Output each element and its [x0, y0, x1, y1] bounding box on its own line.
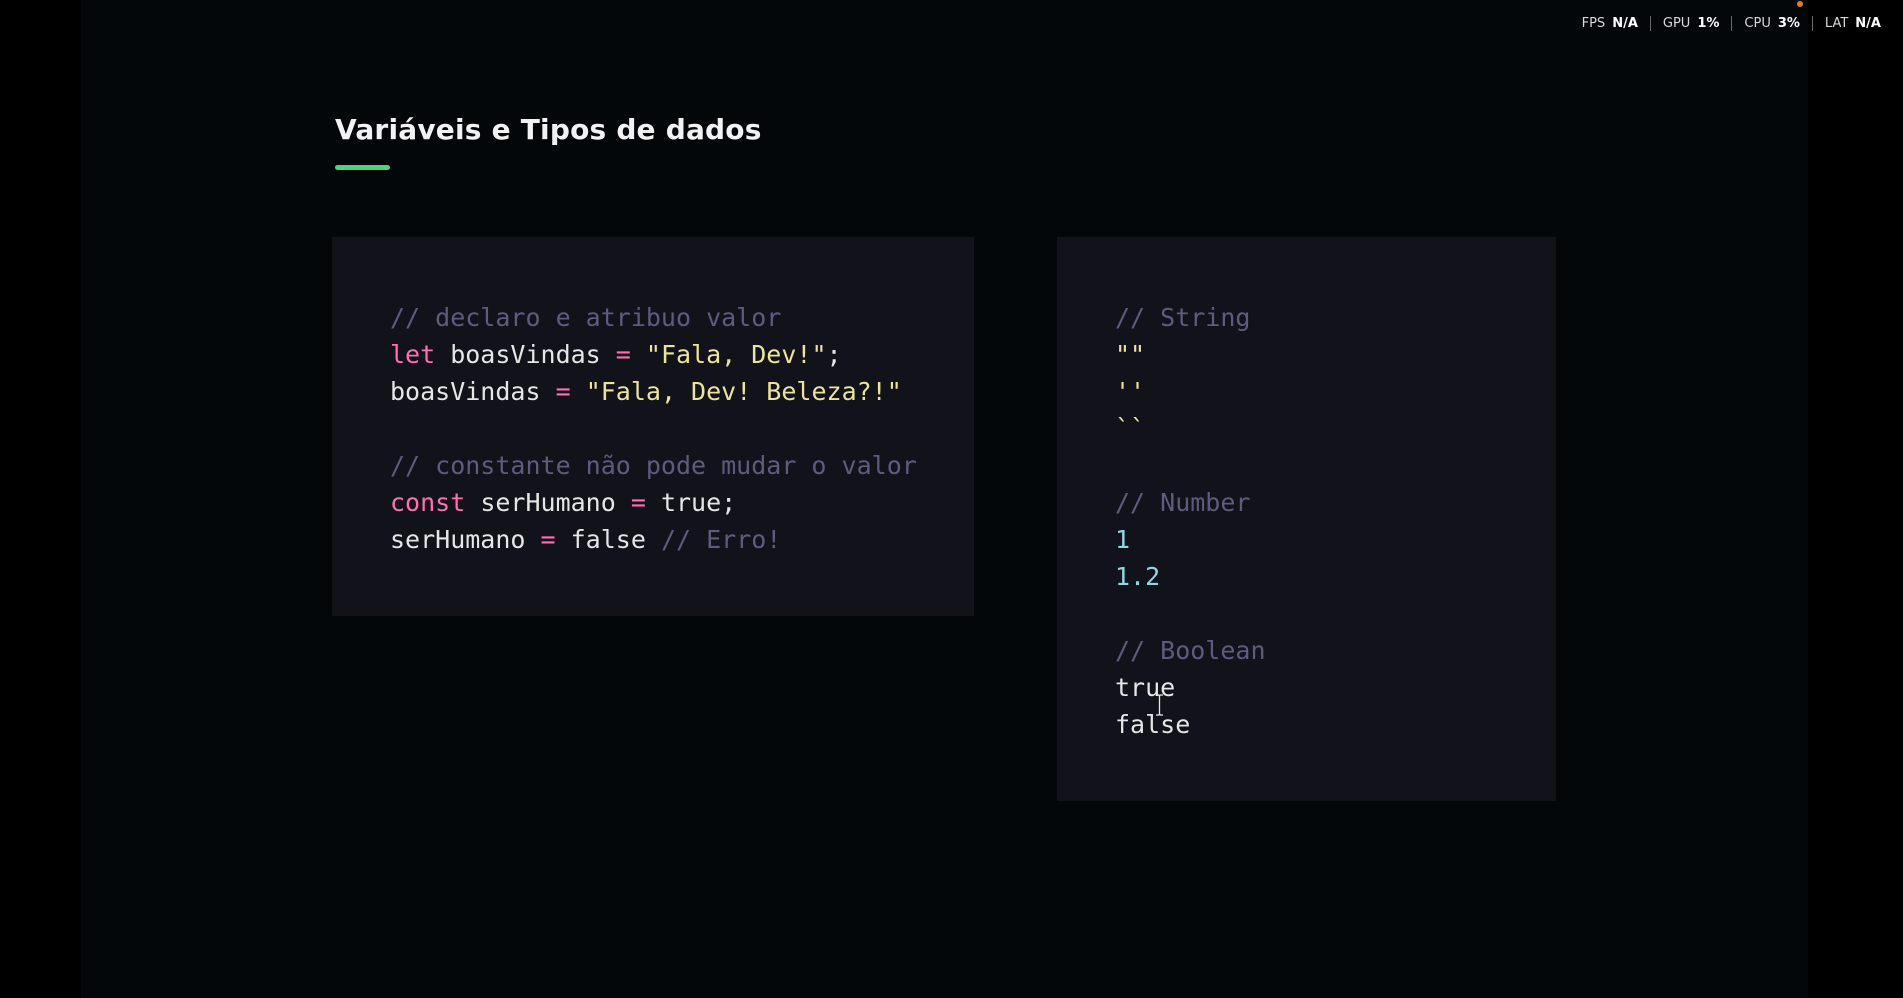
code-comment: // declaro e atribuo valor	[390, 303, 782, 332]
string-literal: "Fala, Dev!"	[630, 340, 827, 369]
number-example: 1	[1115, 525, 1131, 554]
stat-value: 1%	[1697, 15, 1720, 31]
boolean-literal: false	[555, 525, 661, 554]
semicolon: ;	[721, 488, 737, 517]
stat-label: CPU	[1744, 15, 1771, 31]
boolean-literal: true	[645, 488, 722, 517]
stat-cpu: CPU 3%	[1731, 15, 1812, 31]
stat-value: N/A	[1612, 15, 1638, 31]
recording-indicator	[1797, 1, 1803, 7]
operator: =	[555, 377, 571, 406]
code-line-reassign: boasVindas = "Fala, Dev! Beleza?!"	[390, 373, 974, 410]
inline-comment: // Erro!	[660, 525, 782, 554]
stat-label: GPU	[1662, 15, 1691, 31]
stat-gpu: GPU 1%	[1649, 15, 1732, 31]
code-line-const: const serHumano = true;	[390, 484, 974, 521]
code-comment-string: // String	[1115, 303, 1251, 332]
stat-value: N/A	[1855, 15, 1881, 31]
slide-title: Variáveis e Tipos de dados	[335, 113, 762, 146]
operator: =	[630, 488, 646, 517]
title-underline	[335, 165, 390, 170]
performance-overlay: FPS N/A GPU 1% CPU 3% LAT N/A	[1570, 14, 1893, 32]
stat-lat: LAT N/A	[1811, 15, 1893, 31]
boolean-example: false	[1115, 710, 1191, 739]
keyword-let: let	[390, 340, 436, 369]
identifier: boasVindas	[390, 377, 556, 406]
code-line-let: let boasVindas = "Fala, Dev!";	[390, 336, 974, 373]
identifier: boasVindas	[435, 340, 616, 369]
string-literal: "Fala, Dev! Beleza?!"	[570, 377, 902, 406]
code-panel-types: // String "" '' `` // Number 1 1.2 // Bo…	[1057, 237, 1556, 801]
operator: =	[615, 340, 631, 369]
identifier: serHumano	[390, 525, 541, 554]
stat-label: FPS	[1581, 15, 1606, 31]
code-comment: // constante não pode mudar o valor	[390, 451, 917, 480]
string-example: ""	[1115, 340, 1146, 369]
stat-label: LAT	[1824, 15, 1849, 31]
semicolon: ;	[826, 340, 842, 369]
string-example: ''	[1115, 377, 1146, 406]
code-line-error: serHumano = false // Erro!	[390, 521, 974, 558]
operator: =	[540, 525, 556, 554]
code-comment-boolean: // Boolean	[1115, 636, 1266, 665]
stat-value: 3%	[1777, 15, 1800, 31]
code-panel-variables: // declaro e atribuo valor let boasVinda…	[332, 237, 974, 616]
code-comment-number: // Number	[1115, 488, 1251, 517]
identifier: serHumano	[465, 488, 631, 517]
string-example: ``	[1115, 414, 1146, 443]
text-cursor-icon	[1156, 694, 1163, 716]
boolean-example: true	[1115, 673, 1176, 702]
number-example: 1.2	[1115, 562, 1161, 591]
keyword-const: const	[390, 488, 466, 517]
stat-fps: FPS N/A	[1570, 16, 1650, 31]
